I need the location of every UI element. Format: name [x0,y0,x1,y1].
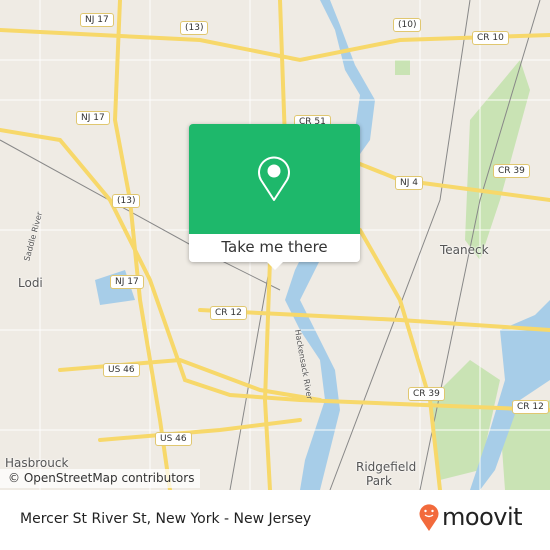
road-shield: US 46 [155,432,192,446]
popup-pointer [266,261,284,270]
road-shield: (10) [393,18,422,32]
map-attribution[interactable]: © OpenStreetMap contributors [0,469,201,488]
road-shield: CR 39 [408,387,445,401]
location-title: Mercer St River St, New York - New Jerse… [20,511,312,527]
take-me-there-button[interactable]: Take me there [189,234,360,262]
footer: Mercer St River St, New York - New Jerse… [0,490,550,550]
road-shield: CR 10 [472,31,509,45]
place-label: Teaneck [440,243,489,257]
road-shield: US 46 [103,363,140,377]
moovit-wordmark: moovit [442,503,523,531]
location-pin-icon [258,156,290,201]
road-shield: NJ 4 [395,176,423,190]
moovit-pin-icon [419,504,439,531]
moovit-logo[interactable]: moovit [418,502,523,532]
location-popup: Take me there [189,124,360,262]
road-shield: CR 39 [493,164,530,178]
place-label: Park [366,474,392,488]
road-shield: (13) [180,21,209,35]
road-shield: NJ 17 [80,13,114,27]
place-label: Hasbrouck [5,456,69,470]
place-label: Lodi [18,276,43,290]
road-shield: CR 12 [210,306,247,320]
road-shield: NJ 17 [110,275,144,289]
road-shield: NJ 17 [76,111,110,125]
road-shield: CR 12 [512,400,549,414]
road-shield: (13) [112,194,141,208]
place-label: Ridgefield [356,460,417,474]
